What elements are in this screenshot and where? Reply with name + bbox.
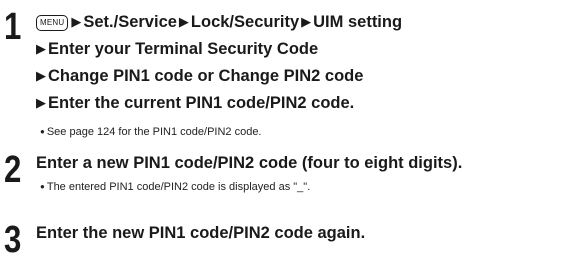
menu-path-item: Set./Service [83,13,177,31]
menu-path-item: Lock/Security [190,13,300,31]
step-1-line-4: ▶ Enter the current PIN1 code/PIN2 code. [36,93,354,114]
right-triangle-icon: ▶ [36,95,46,110]
menu-key-icon: MENU [36,15,69,31]
step-1-note: ● See page 124 for the PIN1 code/PIN2 cod… [40,125,262,140]
step-1-line-1: MENU ▶ Set./Service ▶ Lock/Security ▶ UIM sett… [36,12,402,33]
step-instruction: Enter your Terminal Security Code [48,40,319,58]
right-triangle-icon: ▶ [178,14,189,29]
bullet-dot-icon: ● [40,182,45,191]
step-number: 2 [4,149,22,191]
step-instruction: Enter a new PIN1 code/PIN2 code (four to… [36,154,463,172]
step-instruction: Enter the current PIN1 code/PIN2 code. [48,94,355,112]
step-2-note: ● The entered PIN1 code/PIN2 code is disp… [40,180,310,195]
note-text: The entered PIN1 code/PIN2 code is displ… [46,181,311,193]
note-text: See page 124 for the PIN1 code/PIN2 code… [46,126,262,138]
right-triangle-icon: ▶ [71,14,82,29]
step-instruction: Enter the new PIN1 code/PIN2 code again. [36,224,366,242]
right-triangle-icon: ▶ [301,14,312,29]
step-1-line-3: ▶ Change PIN1 code or Change PIN2 code [36,66,363,87]
step-2-line-1: Enter a new PIN1 code/PIN2 code (four to… [36,153,462,173]
bullet-dot-icon: ● [40,127,45,136]
menu-path-item: UIM setting [313,13,403,31]
step-instruction: Change PIN1 code or Change PIN2 code [48,67,364,85]
right-triangle-icon: ▶ [36,41,46,56]
step-number: 3 [4,219,22,261]
step-3-line-1: Enter the new PIN1 code/PIN2 code again. [36,223,365,243]
right-triangle-icon: ▶ [36,68,46,83]
step-1-line-2: ▶ Enter your Terminal Security Code [36,39,318,60]
step-number: 1 [4,6,22,48]
